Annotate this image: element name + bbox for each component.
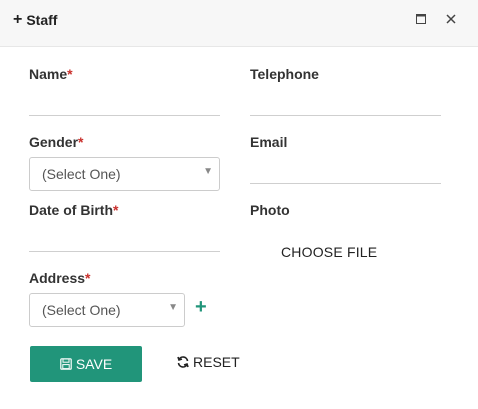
maximize-icon[interactable] [414, 13, 428, 27]
email-input[interactable] [250, 183, 441, 184]
close-icon[interactable] [444, 13, 458, 27]
chevron-down-icon: ▼ [203, 166, 213, 177]
gender-select[interactable]: (Select One) ▼ [29, 157, 220, 191]
dialog-title: + Staff [13, 11, 58, 29]
dob-input[interactable] [29, 251, 220, 252]
plus-icon: + [13, 11, 23, 28]
required-mark: * [113, 202, 119, 218]
dob-label-text: Date of Birth [29, 202, 113, 218]
reset-button[interactable]: RESET [177, 354, 240, 370]
name-label-text: Name [29, 66, 68, 82]
address-select[interactable]: (Select One) ▼ [29, 293, 185, 327]
email-label: Email [250, 134, 288, 150]
save-button-label: SAVE [75, 356, 113, 372]
name-label: Name* [29, 66, 73, 82]
telephone-label: Telephone [250, 66, 319, 82]
required-mark: * [67, 66, 73, 82]
address-select-value: (Select One) [42, 302, 121, 318]
dialog-titlebar: + Staff [0, 0, 478, 47]
refresh-icon [177, 356, 189, 368]
choose-file-button[interactable]: CHOOSE FILE [281, 244, 377, 260]
gender-select-value: (Select One) [42, 166, 121, 182]
address-label: Address* [29, 270, 90, 286]
telephone-input[interactable] [250, 115, 441, 116]
gender-label: Gender* [29, 134, 83, 150]
reset-button-label: RESET [193, 354, 240, 370]
add-address-button[interactable]: + [195, 297, 207, 317]
required-mark: * [78, 134, 84, 150]
save-button[interactable]: SAVE [30, 346, 142, 382]
name-input[interactable] [29, 115, 220, 116]
gender-label-text: Gender [29, 134, 79, 150]
dialog-title-text: Staff [26, 12, 58, 28]
photo-label: Photo [250, 202, 290, 218]
dob-label: Date of Birth* [29, 202, 118, 218]
address-label-text: Address [29, 270, 86, 286]
required-mark: * [85, 270, 91, 286]
floppy-disk-icon [60, 358, 72, 370]
chevron-down-icon: ▼ [168, 302, 178, 313]
